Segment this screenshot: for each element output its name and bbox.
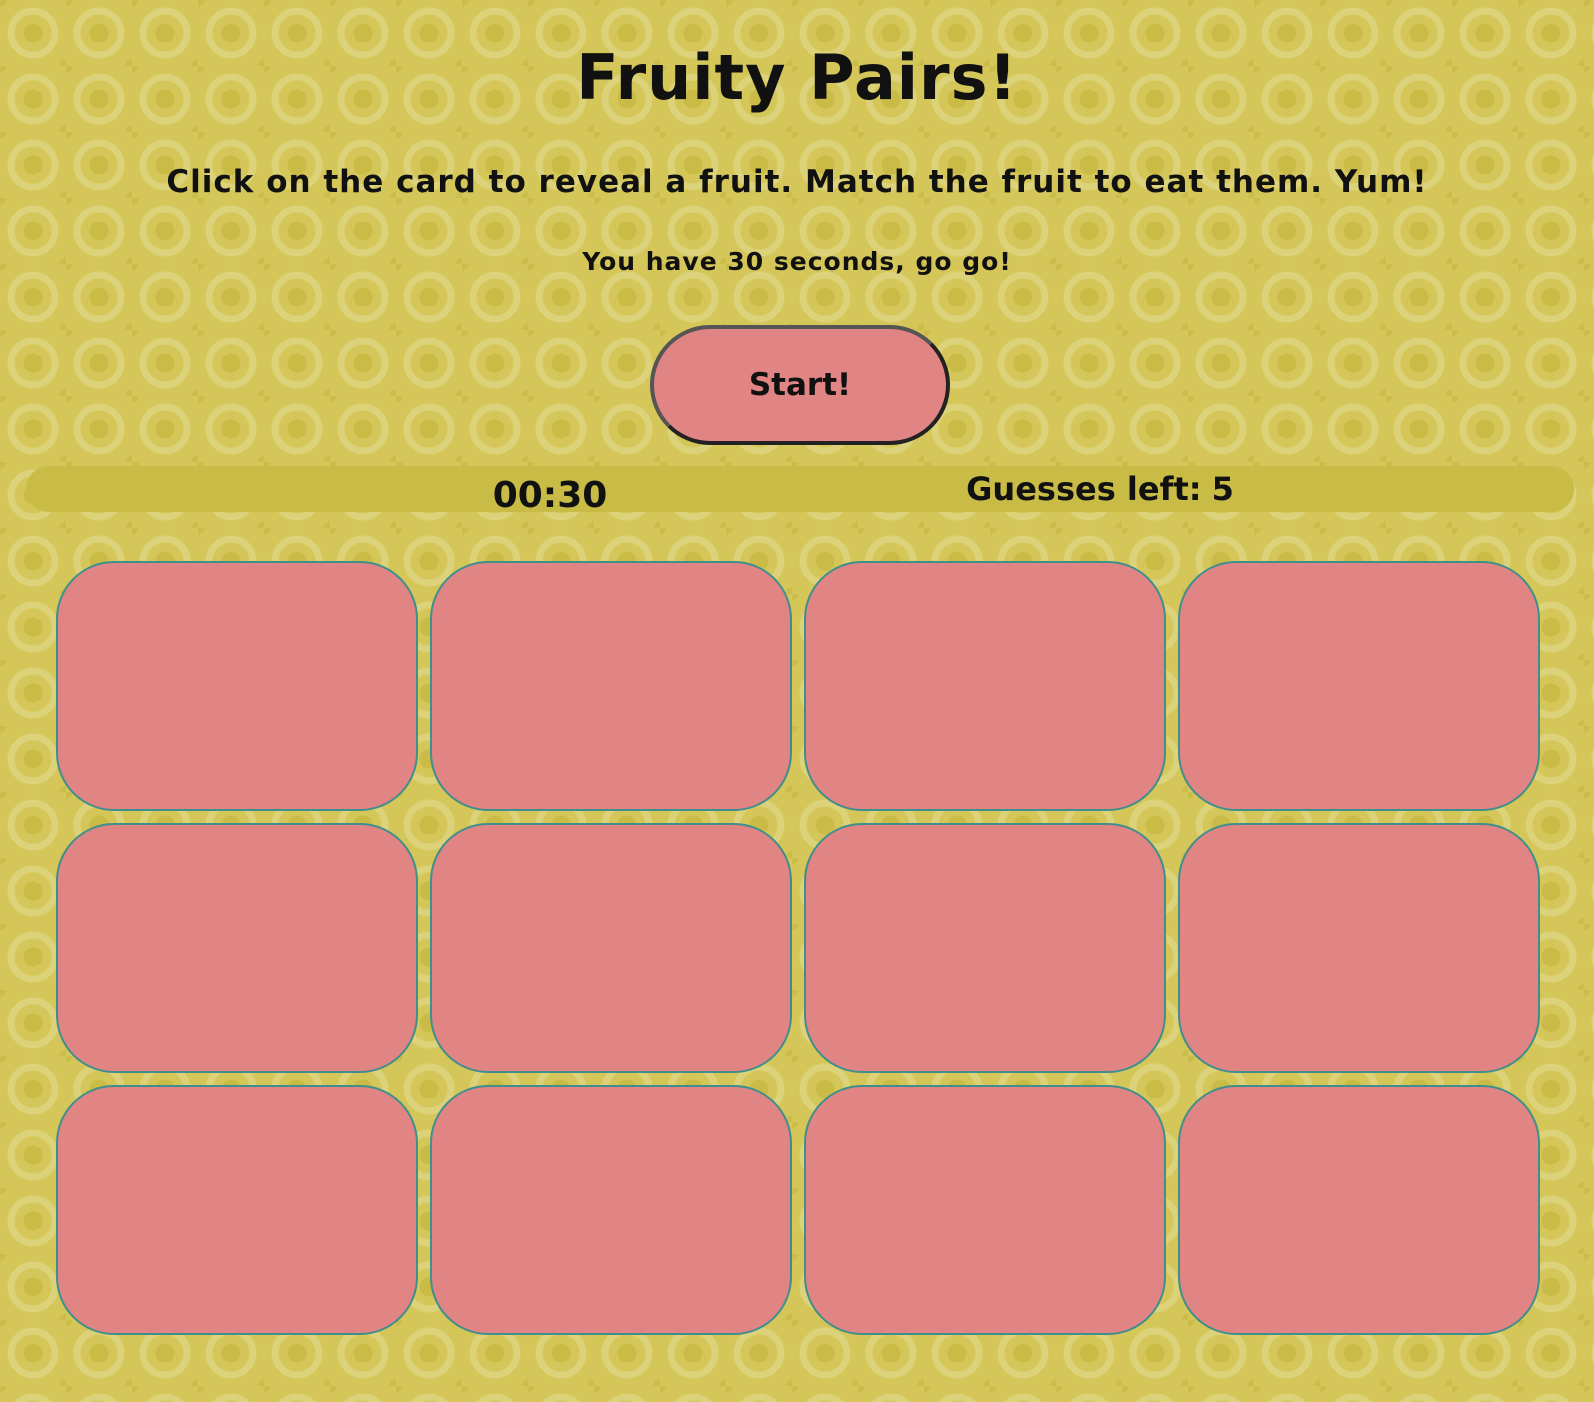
memory-card[interactable] bbox=[804, 823, 1166, 1073]
memory-card[interactable] bbox=[804, 561, 1166, 811]
memory-card[interactable] bbox=[1178, 1085, 1540, 1335]
memory-card[interactable] bbox=[430, 823, 792, 1073]
guesses-left-label: Guesses left: bbox=[966, 470, 1202, 508]
memory-card[interactable] bbox=[430, 1085, 792, 1335]
start-button[interactable]: Start! bbox=[650, 325, 950, 445]
countdown-timer: 00:30 bbox=[492, 475, 608, 516]
memory-card[interactable] bbox=[1178, 823, 1540, 1073]
status-bar bbox=[26, 466, 1574, 512]
memory-card[interactable] bbox=[56, 1085, 418, 1335]
memory-card[interactable] bbox=[1178, 561, 1540, 811]
guesses-left-count: 5 bbox=[1211, 470, 1234, 508]
time-limit-note: You have 30 seconds, go go! bbox=[582, 247, 1012, 276]
memory-card[interactable] bbox=[56, 561, 418, 811]
instructions-text: Click on the card to reveal a fruit. Mat… bbox=[166, 164, 1428, 200]
memory-card[interactable] bbox=[56, 823, 418, 1073]
card-grid bbox=[56, 561, 1544, 1335]
memory-card[interactable] bbox=[430, 561, 792, 811]
guesses-left: Guesses left: 5 bbox=[900, 464, 1300, 514]
game-title: Fruity Pairs! bbox=[576, 41, 1018, 114]
memory-card[interactable] bbox=[804, 1085, 1166, 1335]
